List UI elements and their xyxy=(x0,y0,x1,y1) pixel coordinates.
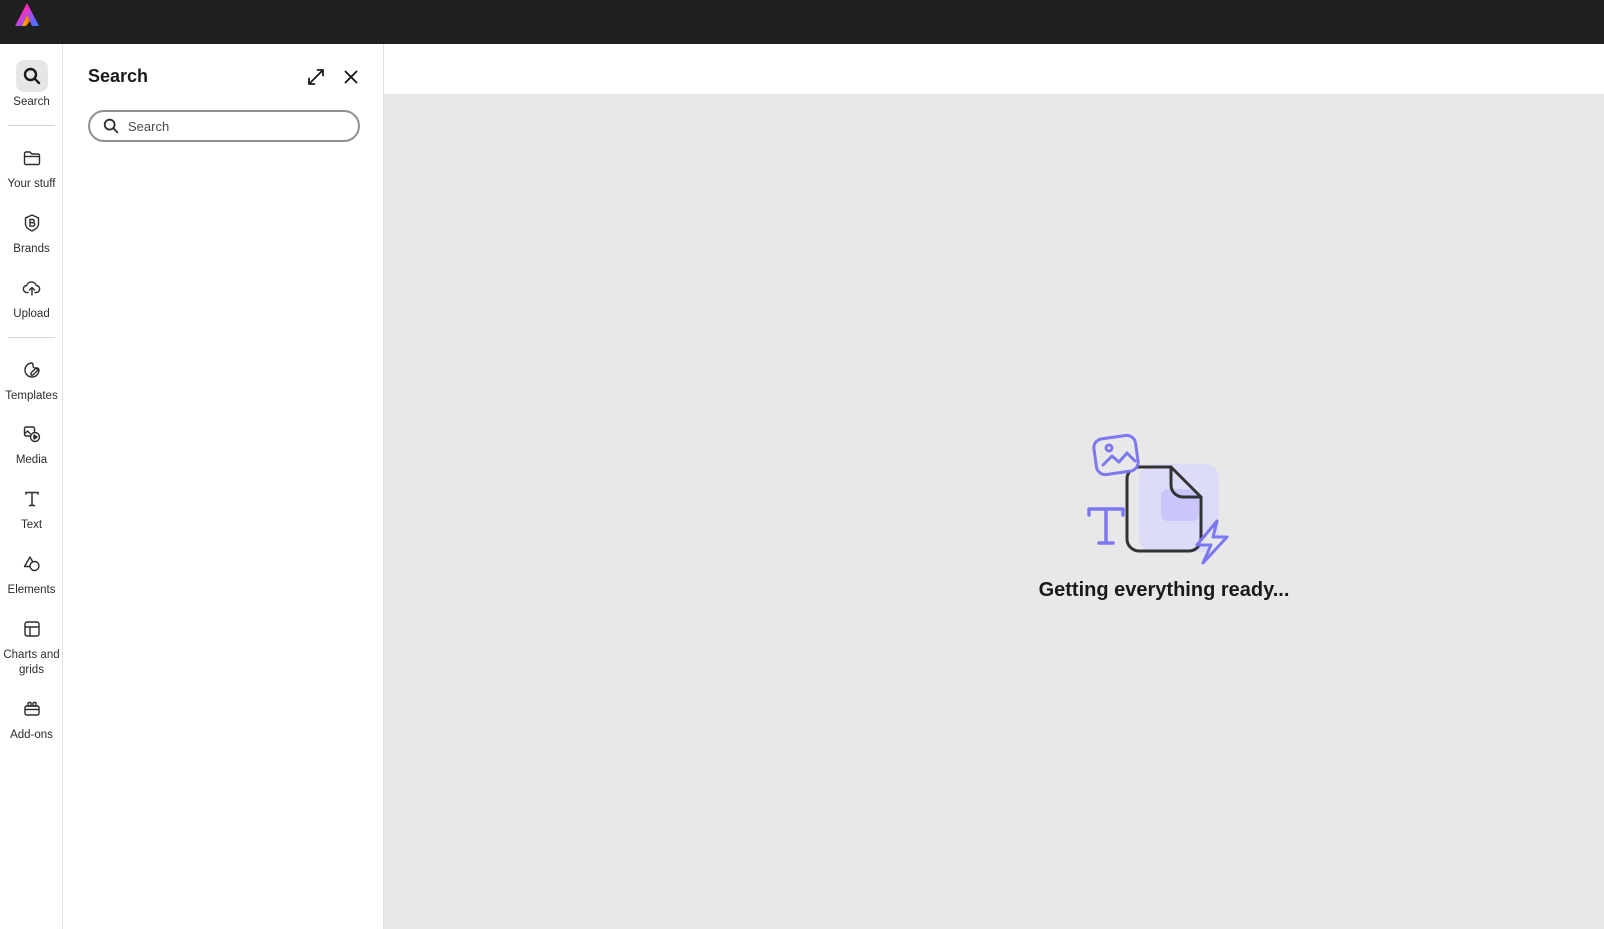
rail-item-templates[interactable]: Templates xyxy=(0,354,63,404)
panel-title: Search xyxy=(88,66,149,86)
adobe-express-logo-icon[interactable] xyxy=(13,2,41,28)
rail-divider xyxy=(8,125,55,126)
loading-illustration-icon xyxy=(1087,433,1229,565)
canvas-area: Getting everything ready... xyxy=(384,94,1604,929)
loading-message: Getting everything ready... xyxy=(1038,579,1290,601)
rail-item-add-ons[interactable]: Add-ons xyxy=(0,693,63,743)
search-input[interactable] xyxy=(128,118,348,134)
folder-icon xyxy=(16,142,48,174)
rail-item-label: Search xyxy=(13,96,50,108)
rail-item-label: Media xyxy=(15,454,48,466)
rail-item-charts-and-grids[interactable]: Charts and grids xyxy=(0,613,63,678)
cloud-upload-icon xyxy=(16,272,48,304)
search-icon xyxy=(15,60,48,92)
rail-item-label: Text xyxy=(20,519,43,531)
search-panel: Search xyxy=(63,44,384,929)
rail-item-elements[interactable]: Elements xyxy=(0,548,63,598)
add-ons-icon xyxy=(16,693,48,725)
elements-icon xyxy=(16,548,48,580)
rail-item-brands[interactable]: Brands xyxy=(0,207,63,257)
rail-item-search[interactable]: Search xyxy=(0,60,63,110)
text-icon xyxy=(16,483,48,515)
close-panel-button[interactable] xyxy=(338,64,364,90)
left-rail: Search Your stuff Brands Upload Template… xyxy=(0,44,63,929)
top-bar xyxy=(0,0,1604,44)
rail-item-label: Your stuff xyxy=(7,178,56,190)
canvas-toolbar-area xyxy=(384,44,1604,94)
rail-item-label: Brands xyxy=(13,243,50,255)
rail-item-label: Upload xyxy=(13,308,50,320)
templates-icon xyxy=(16,354,48,386)
rail-divider xyxy=(8,337,55,338)
search-icon xyxy=(103,118,119,134)
search-field[interactable] xyxy=(88,110,360,142)
rail-item-label: Templates xyxy=(5,390,58,402)
close-icon xyxy=(344,70,358,84)
brand-icon xyxy=(16,207,48,239)
rail-item-media[interactable]: Media xyxy=(0,418,63,468)
rail-item-label: Add-ons xyxy=(10,729,53,741)
media-icon xyxy=(16,418,48,450)
grid-icon xyxy=(16,613,48,645)
rail-item-upload[interactable]: Upload xyxy=(0,272,63,322)
rail-item-text[interactable]: Text xyxy=(0,483,63,533)
expand-icon xyxy=(308,69,324,85)
expand-panel-button[interactable] xyxy=(303,64,329,90)
rail-item-label: Elements xyxy=(7,584,56,596)
rail-item-your-stuff[interactable]: Your stuff xyxy=(0,142,63,192)
rail-item-label: Charts and grids xyxy=(3,649,60,676)
